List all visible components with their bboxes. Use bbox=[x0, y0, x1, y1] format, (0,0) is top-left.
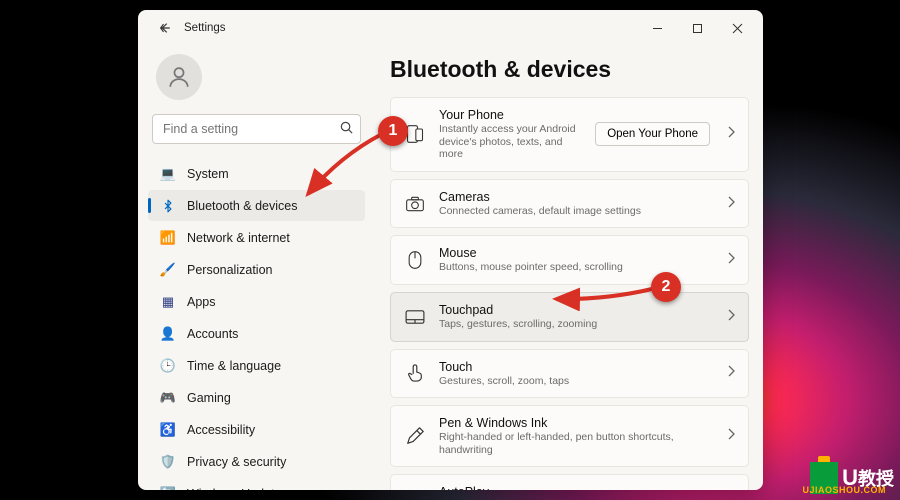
callout-1: 1 bbox=[378, 116, 408, 146]
nav-icon: 🔄 bbox=[160, 486, 176, 491]
nav-item-privacy-security[interactable]: 🛡️ Privacy & security bbox=[148, 446, 365, 477]
setting-card-autoplay[interactable]: AutoPlayDefaults for removable drives an… bbox=[390, 474, 749, 490]
touchpad-icon bbox=[403, 305, 427, 329]
card-title: Pen & Windows Ink bbox=[439, 416, 714, 430]
nav-item-time-language[interactable]: 🕒 Time & language bbox=[148, 350, 365, 381]
setting-card-mouse[interactable]: MouseButtons, mouse pointer speed, scrol… bbox=[390, 235, 749, 285]
chevron-right-icon bbox=[726, 251, 736, 269]
back-button[interactable] bbox=[152, 15, 178, 41]
pen-icon bbox=[403, 424, 427, 448]
nav-icon: 📶 bbox=[160, 230, 176, 246]
nav-item-apps[interactable]: ▦ Apps bbox=[148, 286, 365, 317]
autoplay-icon bbox=[403, 487, 427, 490]
nav-item-accounts[interactable]: 👤 Accounts bbox=[148, 318, 365, 349]
setting-card-cameras[interactable]: CamerasConnected cameras, default image … bbox=[390, 179, 749, 229]
maximize-icon bbox=[692, 23, 703, 34]
nav-item-windows-update[interactable]: 🔄 Windows Update bbox=[148, 478, 365, 490]
window-title: Settings bbox=[184, 22, 226, 34]
search-icon bbox=[339, 120, 354, 140]
nav-label: Privacy & security bbox=[187, 455, 286, 469]
nav-item-accessibility[interactable]: ♿ Accessibility bbox=[148, 414, 365, 445]
setting-card-pen[interactable]: Pen & Windows InkRight-handed or left-ha… bbox=[390, 405, 749, 467]
nav-label: Personalization bbox=[187, 263, 272, 277]
maximize-button[interactable] bbox=[677, 13, 717, 43]
nav-item-bluetooth-devices[interactable]: Bluetooth & devices bbox=[148, 190, 365, 221]
nav-label: Bluetooth & devices bbox=[187, 199, 298, 213]
sidebar: 💻 System Bluetooth & devices 📶 Network & int… bbox=[138, 46, 371, 490]
mouse-icon bbox=[403, 248, 427, 272]
close-icon bbox=[732, 23, 743, 34]
nav-item-network-internet[interactable]: 📶 Network & internet bbox=[148, 222, 365, 253]
card-title: Mouse bbox=[439, 246, 714, 260]
close-button[interactable] bbox=[717, 13, 757, 43]
search-input[interactable] bbox=[152, 114, 361, 144]
nav-label: Accessibility bbox=[187, 423, 255, 437]
nav-label: Gaming bbox=[187, 391, 231, 405]
card-subtitle: Taps, gestures, scrolling, zooming bbox=[439, 318, 714, 331]
minimize-button[interactable] bbox=[637, 13, 677, 43]
chevron-right-icon bbox=[726, 427, 736, 445]
nav-icon: 🛡️ bbox=[160, 454, 176, 470]
nav-icon: ▦ bbox=[160, 294, 176, 310]
nav-label: Time & language bbox=[187, 359, 281, 373]
cameras-icon bbox=[403, 192, 427, 216]
nav-list: 💻 System Bluetooth & devices 📶 Network & int… bbox=[148, 158, 365, 490]
nav-icon: 🎮 bbox=[160, 390, 176, 406]
your-phone-sub: Instantly access your Android device's p… bbox=[439, 123, 583, 161]
chevron-right-icon bbox=[726, 308, 736, 326]
watermark: U教授 UJIAOSHOU.COM bbox=[810, 462, 894, 494]
setting-card-touchpad[interactable]: TouchpadTaps, gestures, scrolling, zoomi… bbox=[390, 292, 749, 342]
nav-label: Windows Update bbox=[187, 487, 282, 491]
minimize-icon bbox=[652, 23, 663, 34]
card-title: Cameras bbox=[439, 190, 714, 204]
nav-item-gaming[interactable]: 🎮 Gaming bbox=[148, 382, 365, 413]
user-avatar[interactable] bbox=[156, 54, 202, 100]
person-icon bbox=[166, 64, 192, 90]
your-phone-card[interactable]: Your Phone Instantly access your Android… bbox=[390, 97, 749, 172]
nav-icon bbox=[160, 198, 176, 214]
card-subtitle: Gestures, scroll, zoom, taps bbox=[439, 375, 714, 388]
touch-icon bbox=[403, 361, 427, 385]
your-phone-title: Your Phone bbox=[439, 108, 583, 122]
nav-label: Apps bbox=[187, 295, 216, 309]
card-subtitle: Right-handed or left-handed, pen button … bbox=[439, 431, 714, 456]
chevron-right-icon bbox=[726, 364, 736, 382]
titlebar: Settings bbox=[138, 10, 763, 46]
page-heading: Bluetooth & devices bbox=[390, 56, 749, 83]
card-subtitle: Buttons, mouse pointer speed, scrolling bbox=[439, 261, 714, 274]
nav-item-personalization[interactable]: 🖌️ Personalization bbox=[148, 254, 365, 285]
card-title: AutoPlay bbox=[439, 485, 714, 490]
settings-window: Settings 💻 System Bluetooth & devices 📶 Netw… bbox=[138, 10, 763, 490]
chevron-right-icon bbox=[726, 125, 736, 143]
main-content: Bluetooth & devices Your Phone Instantly… bbox=[371, 46, 763, 490]
nav-label: Network & internet bbox=[187, 231, 290, 245]
open-your-phone-button[interactable]: Open Your Phone bbox=[595, 122, 710, 146]
nav-item-system[interactable]: 💻 System bbox=[148, 158, 365, 189]
card-subtitle: Connected cameras, default image setting… bbox=[439, 205, 714, 218]
card-title: Touch bbox=[439, 360, 714, 374]
callout-2: 2 bbox=[651, 272, 681, 302]
nav-icon: ♿ bbox=[160, 422, 176, 438]
nav-label: System bbox=[187, 167, 229, 181]
nav-icon: 🖌️ bbox=[160, 262, 176, 278]
nav-icon: 🕒 bbox=[160, 358, 176, 374]
card-title: Touchpad bbox=[439, 303, 714, 317]
chevron-right-icon bbox=[726, 195, 736, 213]
setting-card-touch[interactable]: TouchGestures, scroll, zoom, taps bbox=[390, 349, 749, 399]
nav-icon: 👤 bbox=[160, 326, 176, 342]
nav-icon: 💻 bbox=[160, 166, 176, 182]
watermark-url: UJIAOSHOU.COM bbox=[802, 485, 886, 495]
arrow-left-icon bbox=[158, 21, 172, 35]
nav-label: Accounts bbox=[187, 327, 238, 341]
